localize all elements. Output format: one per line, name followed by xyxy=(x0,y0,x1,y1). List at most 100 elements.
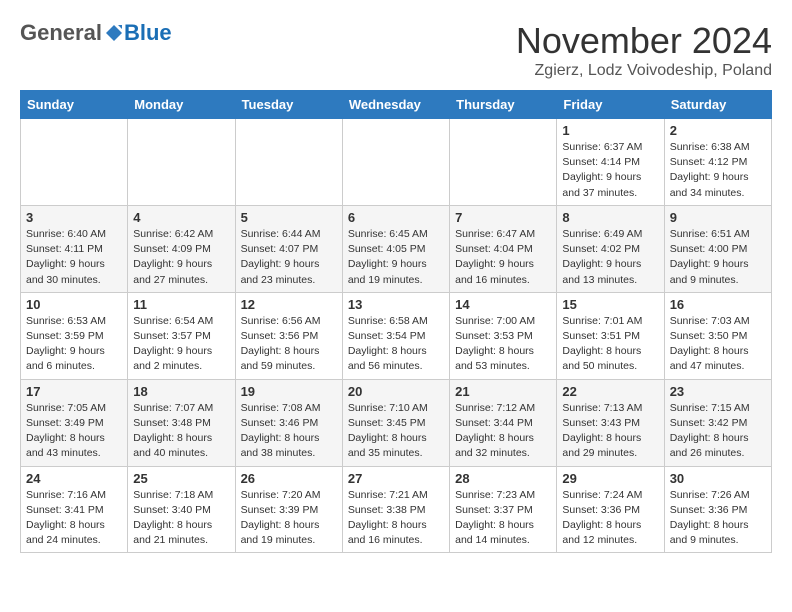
day-number: 12 xyxy=(241,297,337,312)
calendar-cell: 5Sunrise: 6:44 AM Sunset: 4:07 PM Daylig… xyxy=(235,205,342,292)
day-header-monday: Monday xyxy=(128,91,235,119)
day-number: 22 xyxy=(562,384,658,399)
calendar-cell: 8 Sunrise: 6:49 AM Sunset: 4:02 PM Daylig… xyxy=(557,205,664,292)
day-info: Sunrise: 7:08 AM Sunset: 3:46 PM Dayligh… xyxy=(241,401,337,462)
day-info: Sunrise: 7:12 AM Sunset: 3:44 PM Dayligh… xyxy=(455,401,551,462)
calendar-cell: 30Sunrise: 7:26 AM Sunset: 3:36 PM Dayli… xyxy=(664,466,771,553)
day-info: Sunrise: 6:45 AM Sunset: 4:05 PM Dayligh… xyxy=(348,227,444,288)
day-number: 23 xyxy=(670,384,766,399)
location: Zgierz, Lodz Voivodeship, Poland xyxy=(516,62,772,80)
logo-general-text: General xyxy=(20,20,102,46)
day-info: Sunrise: 7:26 AM Sunset: 3:36 PM Dayligh… xyxy=(670,488,766,549)
calendar-cell: 1 Sunrise: 6:37 AM Sunset: 4:14 PM Daylig… xyxy=(557,119,664,206)
calendar-cell: 2Sunrise: 6:38 AM Sunset: 4:12 PM Daylig… xyxy=(664,119,771,206)
logo: General Blue xyxy=(20,20,172,46)
calendar-cell: 29Sunrise: 7:24 AM Sunset: 3:36 PM Dayli… xyxy=(557,466,664,553)
day-number: 18 xyxy=(133,384,229,399)
day-info: Sunrise: 6:58 AM Sunset: 3:54 PM Dayligh… xyxy=(348,314,444,375)
day-number: 4 xyxy=(133,210,229,225)
day-info: Sunrise: 6:49 AM Sunset: 4:02 PM Dayligh… xyxy=(562,227,658,288)
calendar-cell: 20 Sunrise: 7:10 AM Sunset: 3:45 PM Dayli… xyxy=(342,379,449,466)
day-info: Sunrise: 7:20 AM Sunset: 3:39 PM Dayligh… xyxy=(241,488,337,549)
day-info: Sunrise: 7:01 AM Sunset: 3:51 PM Dayligh… xyxy=(562,314,658,375)
day-header-saturday: Saturday xyxy=(664,91,771,119)
calendar-cell: 24 Sunrise: 7:16 AM Sunset: 3:41 PM Dayli… xyxy=(21,466,128,553)
day-info: Sunrise: 6:40 AM Sunset: 4:11 PM Dayligh… xyxy=(26,227,122,288)
day-info: Sunrise: 6:53 AM Sunset: 3:59 PM Dayligh… xyxy=(26,314,122,375)
week-row-1: 1 Sunrise: 6:37 AM Sunset: 4:14 PM Daylig… xyxy=(21,119,772,206)
day-info: Sunrise: 7:10 AM Sunset: 3:45 PM Dayligh… xyxy=(348,401,444,462)
day-info: Sunrise: 7:18 AM Sunset: 3:40 PM Dayligh… xyxy=(133,488,229,549)
calendar-table: SundayMondayTuesdayWednesdayThursdayFrid… xyxy=(20,90,772,553)
calendar-cell: 13 Sunrise: 6:58 AM Sunset: 3:54 PM Dayli… xyxy=(342,292,449,379)
day-header-sunday: Sunday xyxy=(21,91,128,119)
day-info: Sunrise: 7:16 AM Sunset: 3:41 PM Dayligh… xyxy=(26,488,122,549)
day-number: 15 xyxy=(562,297,658,312)
day-info: Sunrise: 7:05 AM Sunset: 3:49 PM Dayligh… xyxy=(26,401,122,462)
calendar-cell xyxy=(21,119,128,206)
day-number: 2 xyxy=(670,123,766,138)
day-number: 16 xyxy=(670,297,766,312)
calendar-cell: 9 Sunrise: 6:51 AM Sunset: 4:00 PM Daylig… xyxy=(664,205,771,292)
day-header-friday: Friday xyxy=(557,91,664,119)
day-number: 19 xyxy=(241,384,337,399)
header: General Blue November 2024 Zgierz, Lodz … xyxy=(20,20,772,80)
day-info: Sunrise: 6:37 AM Sunset: 4:14 PM Dayligh… xyxy=(562,140,658,201)
day-number: 11 xyxy=(133,297,229,312)
day-header-wednesday: Wednesday xyxy=(342,91,449,119)
day-info: Sunrise: 7:00 AM Sunset: 3:53 PM Dayligh… xyxy=(455,314,551,375)
day-number: 26 xyxy=(241,471,337,486)
day-info: Sunrise: 7:23 AM Sunset: 3:37 PM Dayligh… xyxy=(455,488,551,549)
day-number: 7 xyxy=(455,210,551,225)
week-row-3: 10 Sunrise: 6:53 AM Sunset: 3:59 PM Dayli… xyxy=(21,292,772,379)
day-info: Sunrise: 7:24 AM Sunset: 3:36 PM Dayligh… xyxy=(562,488,658,549)
day-info: Sunrise: 7:07 AM Sunset: 3:48 PM Dayligh… xyxy=(133,401,229,462)
calendar-cell: 25 Sunrise: 7:18 AM Sunset: 3:40 PM Dayli… xyxy=(128,466,235,553)
calendar-cell: 27 Sunrise: 7:21 AM Sunset: 3:38 PM Dayli… xyxy=(342,466,449,553)
day-number: 25 xyxy=(133,471,229,486)
week-row-5: 24 Sunrise: 7:16 AM Sunset: 3:41 PM Dayli… xyxy=(21,466,772,553)
logo-icon xyxy=(104,23,124,43)
day-number: 5 xyxy=(241,210,337,225)
calendar-cell: 3Sunrise: 6:40 AM Sunset: 4:11 PM Daylig… xyxy=(21,205,128,292)
day-info: Sunrise: 7:21 AM Sunset: 3:38 PM Dayligh… xyxy=(348,488,444,549)
day-header-tuesday: Tuesday xyxy=(235,91,342,119)
day-number: 8 xyxy=(562,210,658,225)
calendar-cell: 15 Sunrise: 7:01 AM Sunset: 3:51 PM Dayli… xyxy=(557,292,664,379)
calendar-cell: 22Sunrise: 7:13 AM Sunset: 3:43 PM Dayli… xyxy=(557,379,664,466)
calendar-cell: 10 Sunrise: 6:53 AM Sunset: 3:59 PM Dayli… xyxy=(21,292,128,379)
calendar-cell: 12Sunrise: 6:56 AM Sunset: 3:56 PM Dayli… xyxy=(235,292,342,379)
calendar-body: 1 Sunrise: 6:37 AM Sunset: 4:14 PM Daylig… xyxy=(21,119,772,553)
day-number: 9 xyxy=(670,210,766,225)
calendar-cell: 7 Sunrise: 6:47 AM Sunset: 4:04 PM Daylig… xyxy=(450,205,557,292)
day-number: 24 xyxy=(26,471,122,486)
title-block: November 2024 Zgierz, Lodz Voivodeship, … xyxy=(516,20,772,80)
day-number: 14 xyxy=(455,297,551,312)
calendar-cell: 17 Sunrise: 7:05 AM Sunset: 3:49 PM Dayli… xyxy=(21,379,128,466)
day-number: 28 xyxy=(455,471,551,486)
day-info: Sunrise: 6:51 AM Sunset: 4:00 PM Dayligh… xyxy=(670,227,766,288)
calendar-cell: 16 Sunrise: 7:03 AM Sunset: 3:50 PM Dayli… xyxy=(664,292,771,379)
day-number: 13 xyxy=(348,297,444,312)
day-number: 10 xyxy=(26,297,122,312)
day-number: 1 xyxy=(562,123,658,138)
calendar-header-row: SundayMondayTuesdayWednesdayThursdayFrid… xyxy=(21,91,772,119)
day-number: 17 xyxy=(26,384,122,399)
calendar-cell: 23Sunrise: 7:15 AM Sunset: 3:42 PM Dayli… xyxy=(664,379,771,466)
calendar-cell: 26 Sunrise: 7:20 AM Sunset: 3:39 PM Dayli… xyxy=(235,466,342,553)
day-info: Sunrise: 6:42 AM Sunset: 4:09 PM Dayligh… xyxy=(133,227,229,288)
calendar-cell: 11 Sunrise: 6:54 AM Sunset: 3:57 PM Dayli… xyxy=(128,292,235,379)
day-info: Sunrise: 6:47 AM Sunset: 4:04 PM Dayligh… xyxy=(455,227,551,288)
calendar-cell: 28 Sunrise: 7:23 AM Sunset: 3:37 PM Dayli… xyxy=(450,466,557,553)
calendar-cell: 14 Sunrise: 7:00 AM Sunset: 3:53 PM Dayli… xyxy=(450,292,557,379)
calendar-cell xyxy=(450,119,557,206)
week-row-4: 17 Sunrise: 7:05 AM Sunset: 3:49 PM Dayli… xyxy=(21,379,772,466)
day-number: 27 xyxy=(348,471,444,486)
day-number: 20 xyxy=(348,384,444,399)
calendar-cell: 18 Sunrise: 7:07 AM Sunset: 3:48 PM Dayli… xyxy=(128,379,235,466)
calendar-cell: 21 Sunrise: 7:12 AM Sunset: 3:44 PM Dayli… xyxy=(450,379,557,466)
day-info: Sunrise: 7:03 AM Sunset: 3:50 PM Dayligh… xyxy=(670,314,766,375)
day-number: 21 xyxy=(455,384,551,399)
calendar-cell: 4 Sunrise: 6:42 AM Sunset: 4:09 PM Daylig… xyxy=(128,205,235,292)
day-info: Sunrise: 6:54 AM Sunset: 3:57 PM Dayligh… xyxy=(133,314,229,375)
